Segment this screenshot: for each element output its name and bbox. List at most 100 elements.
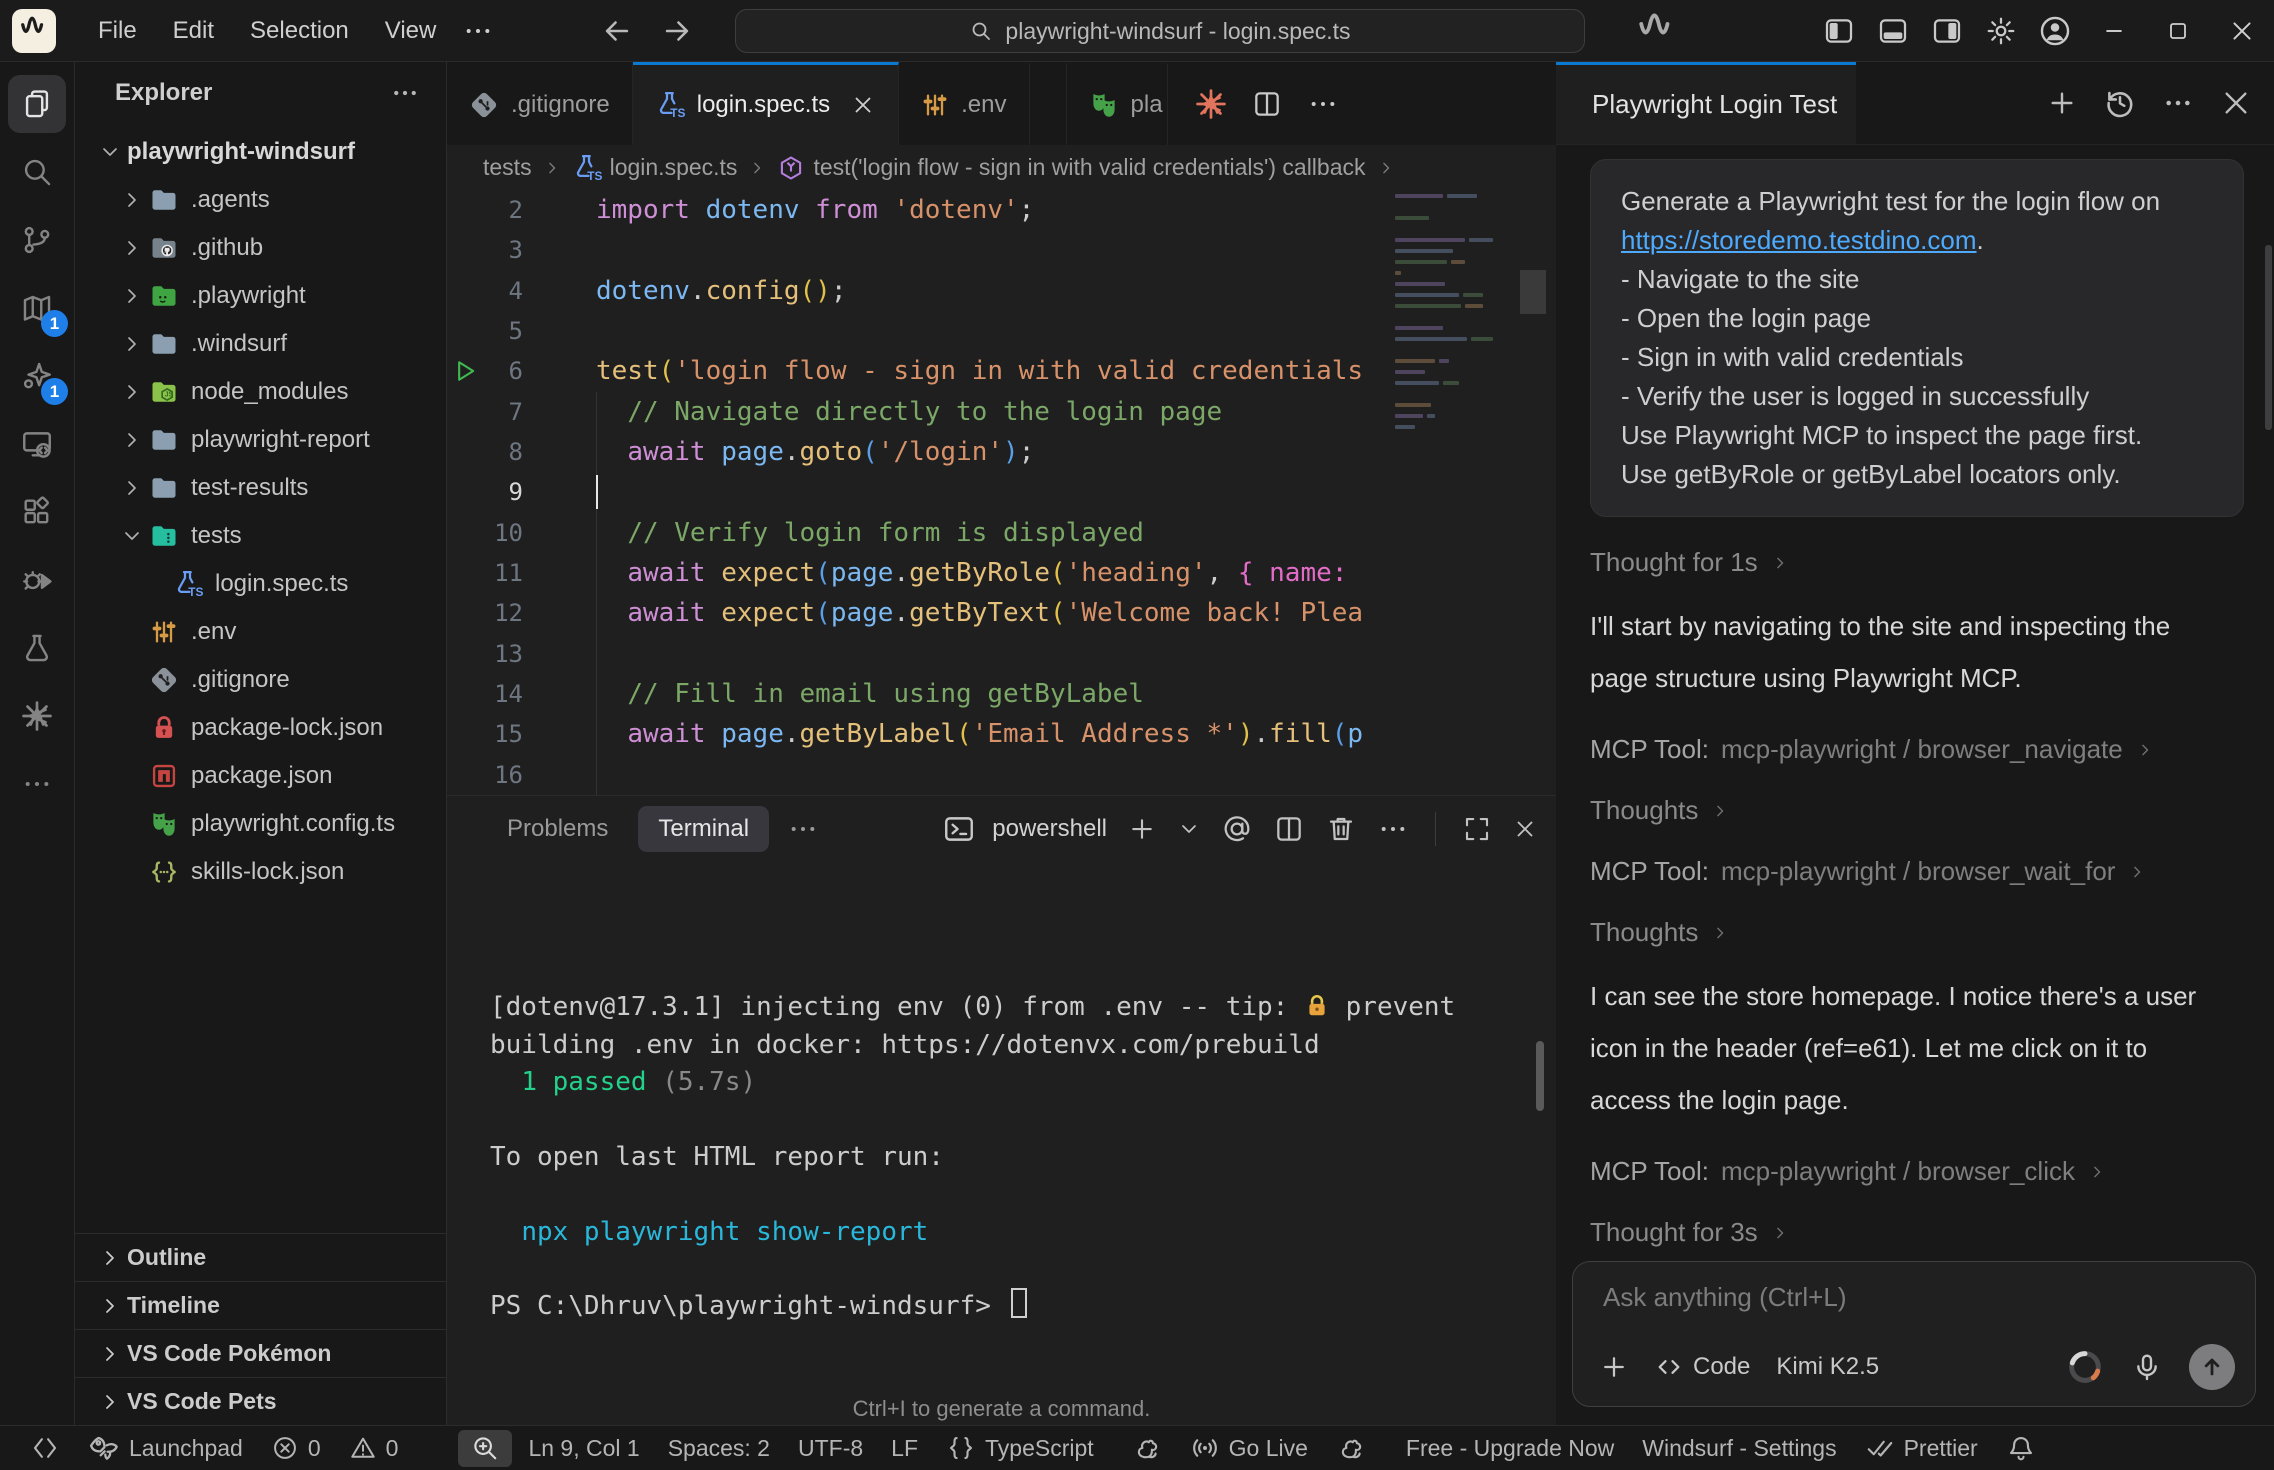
terminal-output[interactable]: [dotenv@17.3.1] injecting env (0) from .…: [447, 861, 1556, 1391]
activity-testing[interactable]: [8, 619, 66, 677]
chevron-right-icon[interactable]: [115, 188, 149, 212]
activity-source-control[interactable]: [8, 211, 66, 269]
chevron-right-icon[interactable]: [115, 236, 149, 260]
kill-terminal-icon[interactable]: [1325, 813, 1357, 845]
chevron-down-icon[interactable]: [115, 524, 149, 548]
toggle-panel-icon[interactable]: [1866, 0, 1920, 62]
activity-additional-views[interactable]: [8, 755, 66, 813]
activity-map-extension[interactable]: 1: [8, 279, 66, 337]
panel-tab-problems[interactable]: Problems: [487, 806, 628, 852]
command-center-search[interactable]: playwright-windsurf - login.spec.ts: [735, 9, 1585, 53]
mcp-tool-row[interactable]: MCP Tool:mcp-playwright / browser_click: [1590, 1156, 2252, 1187]
status-launchpad[interactable]: Launchpad: [76, 1430, 255, 1467]
close-panel-icon[interactable]: [1512, 816, 1538, 842]
tree-item-skills-lock.json[interactable]: skills-lock.json: [75, 848, 446, 896]
panel-tab-terminal[interactable]: Terminal: [638, 806, 769, 852]
status-warnings[interactable]: 0: [337, 1430, 411, 1467]
status-eol[interactable]: LF: [879, 1430, 930, 1467]
code-editor[interactable]: 2import dotenv from 'dotenv';34dotenv.co…: [447, 190, 1556, 795]
close-panel-icon[interactable]: [2214, 81, 2258, 125]
model-selector[interactable]: Kimi K2.5: [1776, 1353, 1879, 1381]
section-timeline[interactable]: Timeline: [75, 1281, 446, 1329]
activity-run-and-debug[interactable]: [8, 551, 66, 609]
tree-item-playwright.config.ts[interactable]: playwright.config.ts: [75, 800, 446, 848]
split-editor-icon[interactable]: [1244, 81, 1290, 127]
breadcrumb-item[interactable]: test('login flow - sign in with valid cr…: [777, 154, 1365, 182]
tree-item-package-lock.json[interactable]: package-lock.json: [75, 704, 446, 752]
minimap[interactable]: [1395, 194, 1512, 594]
cascade-button-icon[interactable]: [1188, 81, 1234, 127]
tree-item-playwright-windsurf[interactable]: playwright-windsurf: [75, 128, 446, 176]
activity-remote-explorer[interactable]: [8, 415, 66, 473]
breadcrumb-item[interactable]: tests: [483, 154, 532, 181]
mode-selector[interactable]: Code: [1655, 1353, 1750, 1381]
chevron-right-icon[interactable]: [115, 476, 149, 500]
tree-item-playwright-report[interactable]: playwright-report: [75, 416, 446, 464]
run-test-play-icon[interactable]: [447, 357, 483, 385]
minimize-button[interactable]: [2082, 0, 2146, 62]
split-terminal-icon[interactable]: [1273, 813, 1305, 845]
status-errors[interactable]: 0: [259, 1430, 333, 1467]
chevron-right-icon[interactable]: [115, 284, 149, 308]
chat-scrollbar[interactable]: [2265, 245, 2272, 430]
back-arrow-icon[interactable]: [600, 14, 634, 48]
section-outline[interactable]: Outline: [75, 1233, 446, 1281]
toggle-left-sidebar-icon[interactable]: [1812, 0, 1866, 62]
tab-pla[interactable]: pla: [1066, 62, 1168, 145]
tab-login.spec.ts[interactable]: TSlogin.spec.ts: [633, 62, 899, 145]
chevron-down-icon[interactable]: [93, 140, 127, 164]
explorer-more-icon[interactable]: [390, 78, 420, 108]
attach-plus-icon[interactable]: [1599, 1352, 1629, 1382]
status-language-mode[interactable]: TypeScript: [934, 1430, 1106, 1467]
microphone-icon[interactable]: [2131, 1351, 2163, 1383]
new-terminal-icon[interactable]: [1127, 814, 1157, 844]
menu-overflow-icon[interactable]: [462, 15, 494, 47]
status-squirrel-1[interactable]: [1120, 1430, 1174, 1467]
chat-input[interactable]: Ask anything (Ctrl+L) Code Kimi K2.5: [1572, 1261, 2256, 1407]
maximize-panel-icon[interactable]: [1462, 814, 1492, 844]
tree-item-.github[interactable]: .github: [75, 224, 446, 272]
tree-item-.playwright[interactable]: .playwright: [75, 272, 446, 320]
activity-explorer[interactable]: [8, 75, 66, 133]
activity-windsurf-plugin[interactable]: [8, 687, 66, 745]
activity-extensions[interactable]: [8, 483, 66, 541]
tab-.gitignore[interactable]: .gitignore: [447, 62, 633, 145]
section-vs-code-pokémon[interactable]: VS Code Pokémon: [75, 1329, 446, 1377]
tree-item-node-modules[interactable]: JSnode_modules: [75, 368, 446, 416]
section-vs-code-pets[interactable]: VS Code Pets: [75, 1377, 446, 1425]
cascade-tab[interactable]: Playwright Login Test: [1556, 62, 1856, 144]
terminal-chat-icon[interactable]: [1221, 813, 1253, 845]
tree-item-test-results[interactable]: test-results: [75, 464, 446, 512]
toggle-right-sidebar-icon[interactable]: [1920, 0, 1974, 62]
mcp-tool-row[interactable]: MCP Tool:mcp-playwright / browser_wait_f…: [1590, 856, 2252, 887]
status-notifications[interactable]: [1994, 1430, 2048, 1467]
chevron-right-icon[interactable]: [115, 428, 149, 452]
status-indentation[interactable]: Spaces: 2: [656, 1430, 782, 1467]
tree-item-package.json[interactable]: package.json: [75, 752, 446, 800]
panel-more-icon[interactable]: [787, 813, 819, 845]
close-window-button[interactable]: [2210, 0, 2274, 62]
thought-row[interactable]: Thought for 1s: [1590, 547, 2252, 578]
status-upgrade[interactable]: Free - Upgrade Now: [1394, 1430, 1626, 1467]
maximize-button[interactable]: [2146, 0, 2210, 62]
tree-item-.windsurf[interactable]: .windsurf: [75, 320, 446, 368]
status-windsurf-settings[interactable]: Windsurf - Settings: [1630, 1430, 1848, 1467]
tab-.env[interactable]: .env: [899, 62, 1029, 145]
account-icon[interactable]: [2028, 0, 2082, 62]
menu-file[interactable]: File: [84, 11, 151, 51]
thought-row[interactable]: Thoughts: [1590, 917, 2252, 948]
editor-scrollbar[interactable]: [1520, 270, 1546, 314]
shell-selector[interactable]: powershell: [942, 812, 1107, 846]
settings-gear-icon[interactable]: [1974, 0, 2028, 62]
status-remote-indicator[interactable]: [18, 1430, 72, 1467]
new-conversation-icon[interactable]: [2040, 81, 2084, 125]
prompt-link[interactable]: https://storedemo.testdino.com: [1621, 225, 1977, 255]
status-cursor-position[interactable]: Ln 9, Col 1: [516, 1430, 651, 1467]
activity-sparkle-extension[interactable]: 1: [8, 347, 66, 405]
status-zoom-indicator[interactable]: [458, 1430, 512, 1467]
more-actions-icon[interactable]: [1300, 81, 1346, 127]
chevron-right-icon[interactable]: [115, 380, 149, 404]
breadcrumb-item[interactable]: TSlogin.spec.ts: [572, 153, 738, 183]
status-encoding[interactable]: UTF-8: [786, 1430, 875, 1467]
tree-item-.gitignore[interactable]: .gitignore: [75, 656, 446, 704]
